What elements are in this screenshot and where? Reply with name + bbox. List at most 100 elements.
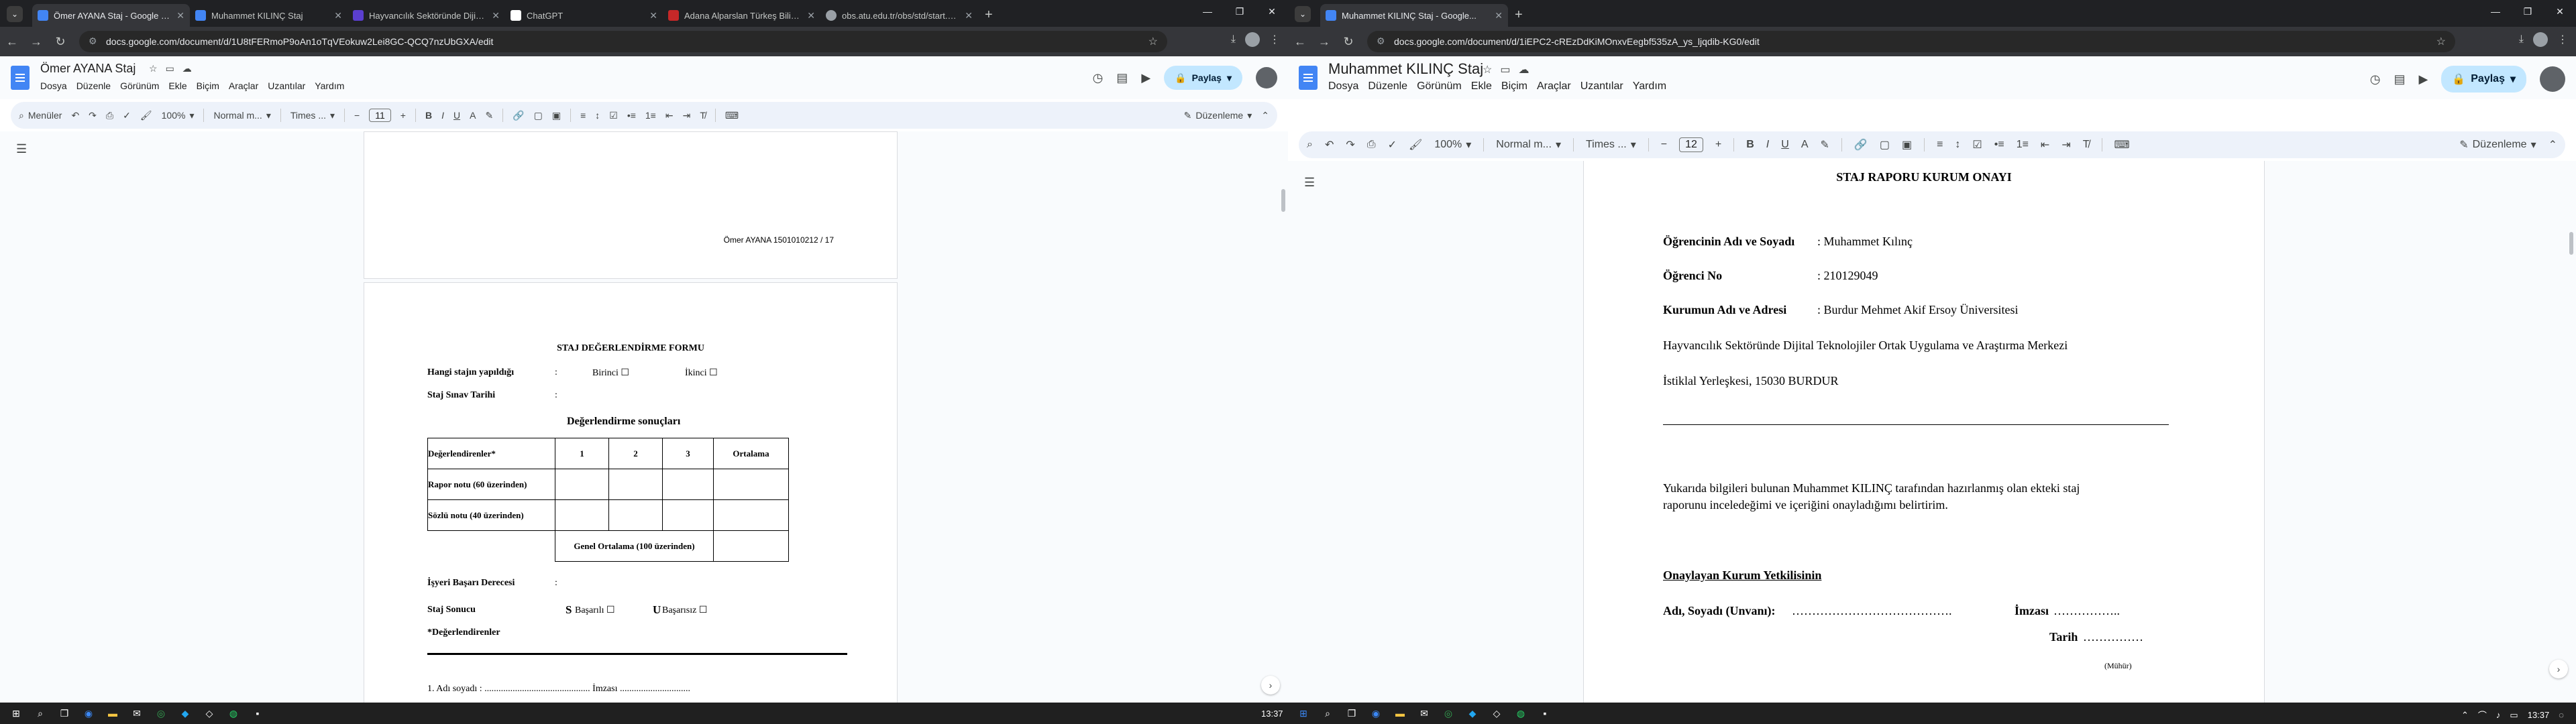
second-option[interactable]: İkinci ☐ <box>685 367 718 379</box>
tab-adana-alparslan[interactable]: Adana Alparslan Türkeş Bilim ve...✕ <box>663 4 820 27</box>
comment-icon[interactable]: ▢ <box>534 110 543 121</box>
increase-size-icon[interactable]: + <box>1715 139 1721 151</box>
close-tab-icon[interactable]: ✕ <box>176 10 184 21</box>
bullet-list-icon[interactable]: •≡ <box>1994 139 2004 151</box>
highlight-icon[interactable]: ✎ <box>1820 138 1829 152</box>
tab-muhammet-kilinc-staj[interactable]: Muhammet KILINÇ Staj - Google... ✕ <box>1320 4 1508 27</box>
link-icon[interactable]: 🔗 <box>1854 138 1868 152</box>
site-info-icon[interactable]: ⚙ <box>1377 36 1385 47</box>
star-icon[interactable]: ☆ <box>149 63 158 74</box>
history-icon[interactable]: ◷ <box>2370 72 2381 86</box>
clock-left[interactable]: 13:37 <box>1261 709 1283 719</box>
app-icon[interactable]: ◇ <box>1490 707 1503 720</box>
app-icon[interactable]: ▪ <box>251 707 264 720</box>
document-page-1[interactable]: Ömer AYANA 1501010212 / 17 <box>364 131 898 279</box>
download-icon[interactable]: ⤓ <box>1231 34 1236 46</box>
comments-icon[interactable]: ▤ <box>1116 71 1128 85</box>
zoom-select[interactable]: 100% ▾ <box>162 110 195 121</box>
chevron-down-icon[interactable]: ▾ <box>1227 72 1232 84</box>
menu-gorunum[interactable]: Görünüm <box>1417 80 1462 93</box>
battery-icon[interactable]: ▭ <box>2510 710 2518 721</box>
share-button[interactable]: 🔒 Paylaş ▾ <box>2441 66 2526 93</box>
reload-icon[interactable]: ↻ <box>1336 35 1360 49</box>
chevron-up-icon[interactable]: ⌃ <box>2461 710 2469 721</box>
document-page-2[interactable]: STAJ DEĞERLENDİRME FORMU Hangi stajın ya… <box>364 282 898 703</box>
omnibox[interactable]: ⚙ docs.google.com/document/d/1iEPC2-cREz… <box>1367 31 2455 52</box>
menu-bicim[interactable]: Biçim <box>1501 80 1527 93</box>
table-cell[interactable] <box>713 530 789 562</box>
tab-search-button[interactable]: ⌄ <box>7 6 23 22</box>
mail-icon[interactable]: ✉ <box>1417 707 1431 720</box>
align-icon[interactable]: ≡ <box>1937 139 1943 151</box>
checklist-icon[interactable]: ☑ <box>609 110 618 121</box>
search-icon[interactable]: ⌕ <box>1307 139 1313 151</box>
close-tab-icon[interactable]: ✕ <box>965 10 973 21</box>
forward-icon[interactable]: → <box>1312 35 1336 49</box>
menu-dots-icon[interactable]: ⋮ <box>1269 33 1280 46</box>
start-icon[interactable]: ⊞ <box>1297 707 1310 720</box>
menu-ekle[interactable]: Ekle <box>168 80 186 91</box>
share-button[interactable]: 🔒 Paylaş ▾ <box>1164 66 1242 90</box>
forward-icon[interactable]: → <box>24 35 48 49</box>
menu-gorunum[interactable]: Görünüm <box>120 80 159 91</box>
minimize-icon[interactable]: — <box>2479 0 2512 23</box>
outline-icon[interactable]: ☰ <box>16 142 27 156</box>
avatar[interactable] <box>1256 67 1277 88</box>
menus-search[interactable]: ⌕ Menüler <box>19 110 62 121</box>
close-window-icon[interactable]: ✕ <box>1256 0 1288 23</box>
close-tab-icon[interactable]: ✕ <box>807 10 815 21</box>
app-icon[interactable]: ▪ <box>1538 707 1552 720</box>
mail-icon[interactable]: ✉ <box>130 707 144 720</box>
editing-mode-select[interactable]: ✎ Düzenleme ▾ <box>2459 138 2536 152</box>
keyboard-icon[interactable]: ⌨ <box>725 110 739 121</box>
scrollbar-thumb[interactable] <box>2569 232 2573 255</box>
image-icon[interactable]: ▣ <box>1902 138 1912 152</box>
link-icon[interactable]: 🔗 <box>513 110 524 121</box>
task-view-icon[interactable]: ❐ <box>1345 707 1358 720</box>
bullet-list-icon[interactable]: •≡ <box>627 110 636 121</box>
new-tab-button[interactable]: + <box>1508 3 1529 27</box>
checklist-icon[interactable]: ☑ <box>1972 138 1982 152</box>
close-tab-icon[interactable]: ✕ <box>334 10 342 21</box>
italic-icon[interactable]: I <box>441 110 444 121</box>
tab-omer-ayana-staj[interactable]: Ömer AYANA Staj - Google Doki...✕ <box>32 4 190 27</box>
style-select[interactable]: Normal m... ▾ <box>213 110 270 121</box>
line-spacing-icon[interactable]: ↕ <box>1955 139 1960 151</box>
avatar[interactable] <box>2540 66 2565 92</box>
reload-icon[interactable]: ↻ <box>48 35 72 49</box>
menu-yardim[interactable]: Yardım <box>1633 80 1666 93</box>
indent-decrease-icon[interactable]: ⇤ <box>665 110 674 121</box>
line-spacing-icon[interactable]: ↕ <box>595 110 600 121</box>
notification-icon[interactable]: ◌ <box>2559 710 2564 720</box>
document-title[interactable]: Muhammet KILINÇ Staj <box>1328 60 1483 78</box>
file-explorer-icon[interactable]: ▬ <box>1393 707 1407 720</box>
close-window-icon[interactable]: ✕ <box>2544 0 2576 23</box>
table-cell[interactable] <box>555 499 609 531</box>
whatsapp-icon[interactable]: ◍ <box>227 707 240 720</box>
increase-size-icon[interactable]: + <box>400 110 406 121</box>
menu-araclar[interactable]: Araçlar <box>1537 80 1571 93</box>
font-size-input[interactable]: 11 <box>369 109 391 122</box>
paint-format-icon[interactable]: 🖌 <box>1409 138 1422 152</box>
cloud-status-icon[interactable]: ☁ <box>1518 63 1529 76</box>
app-icon[interactable]: ◇ <box>203 707 216 720</box>
history-icon[interactable]: ◷ <box>1093 71 1104 85</box>
network-icon[interactable]: ⌒ <box>2478 709 2487 721</box>
collapse-toolbar-icon[interactable]: ⌃ <box>2548 138 2557 152</box>
maximize-icon[interactable]: ❐ <box>1224 0 1256 23</box>
text-color-icon[interactable]: A <box>1801 139 1809 151</box>
edge-icon[interactable]: ◉ <box>82 707 95 720</box>
document-title[interactable]: Ömer AYANA Staj <box>40 62 136 76</box>
menu-duzenle[interactable]: Düzenle <box>1368 80 1407 93</box>
table-cell[interactable] <box>555 469 609 500</box>
menu-duzenle[interactable]: Düzenle <box>76 80 111 91</box>
style-select[interactable]: Normal m... ▾ <box>1496 138 1561 152</box>
numbered-list-icon[interactable]: 1≡ <box>645 110 656 121</box>
indent-increase-icon[interactable]: ⇥ <box>2061 138 2070 152</box>
outline-icon[interactable]: ☰ <box>1304 176 1315 190</box>
success-option[interactable]: Başarılı ☐ <box>575 605 615 616</box>
document-page[interactable]: STAJ RAPORU KURUM ONAYI Öğrencinin Adı v… <box>1583 161 2265 703</box>
table-cell[interactable] <box>713 499 789 531</box>
tab-hayvancilik[interactable]: Hayvancılık Sektöründe Dijital T... ✕ <box>347 4 505 27</box>
move-folder-icon[interactable]: ▭ <box>166 63 174 74</box>
